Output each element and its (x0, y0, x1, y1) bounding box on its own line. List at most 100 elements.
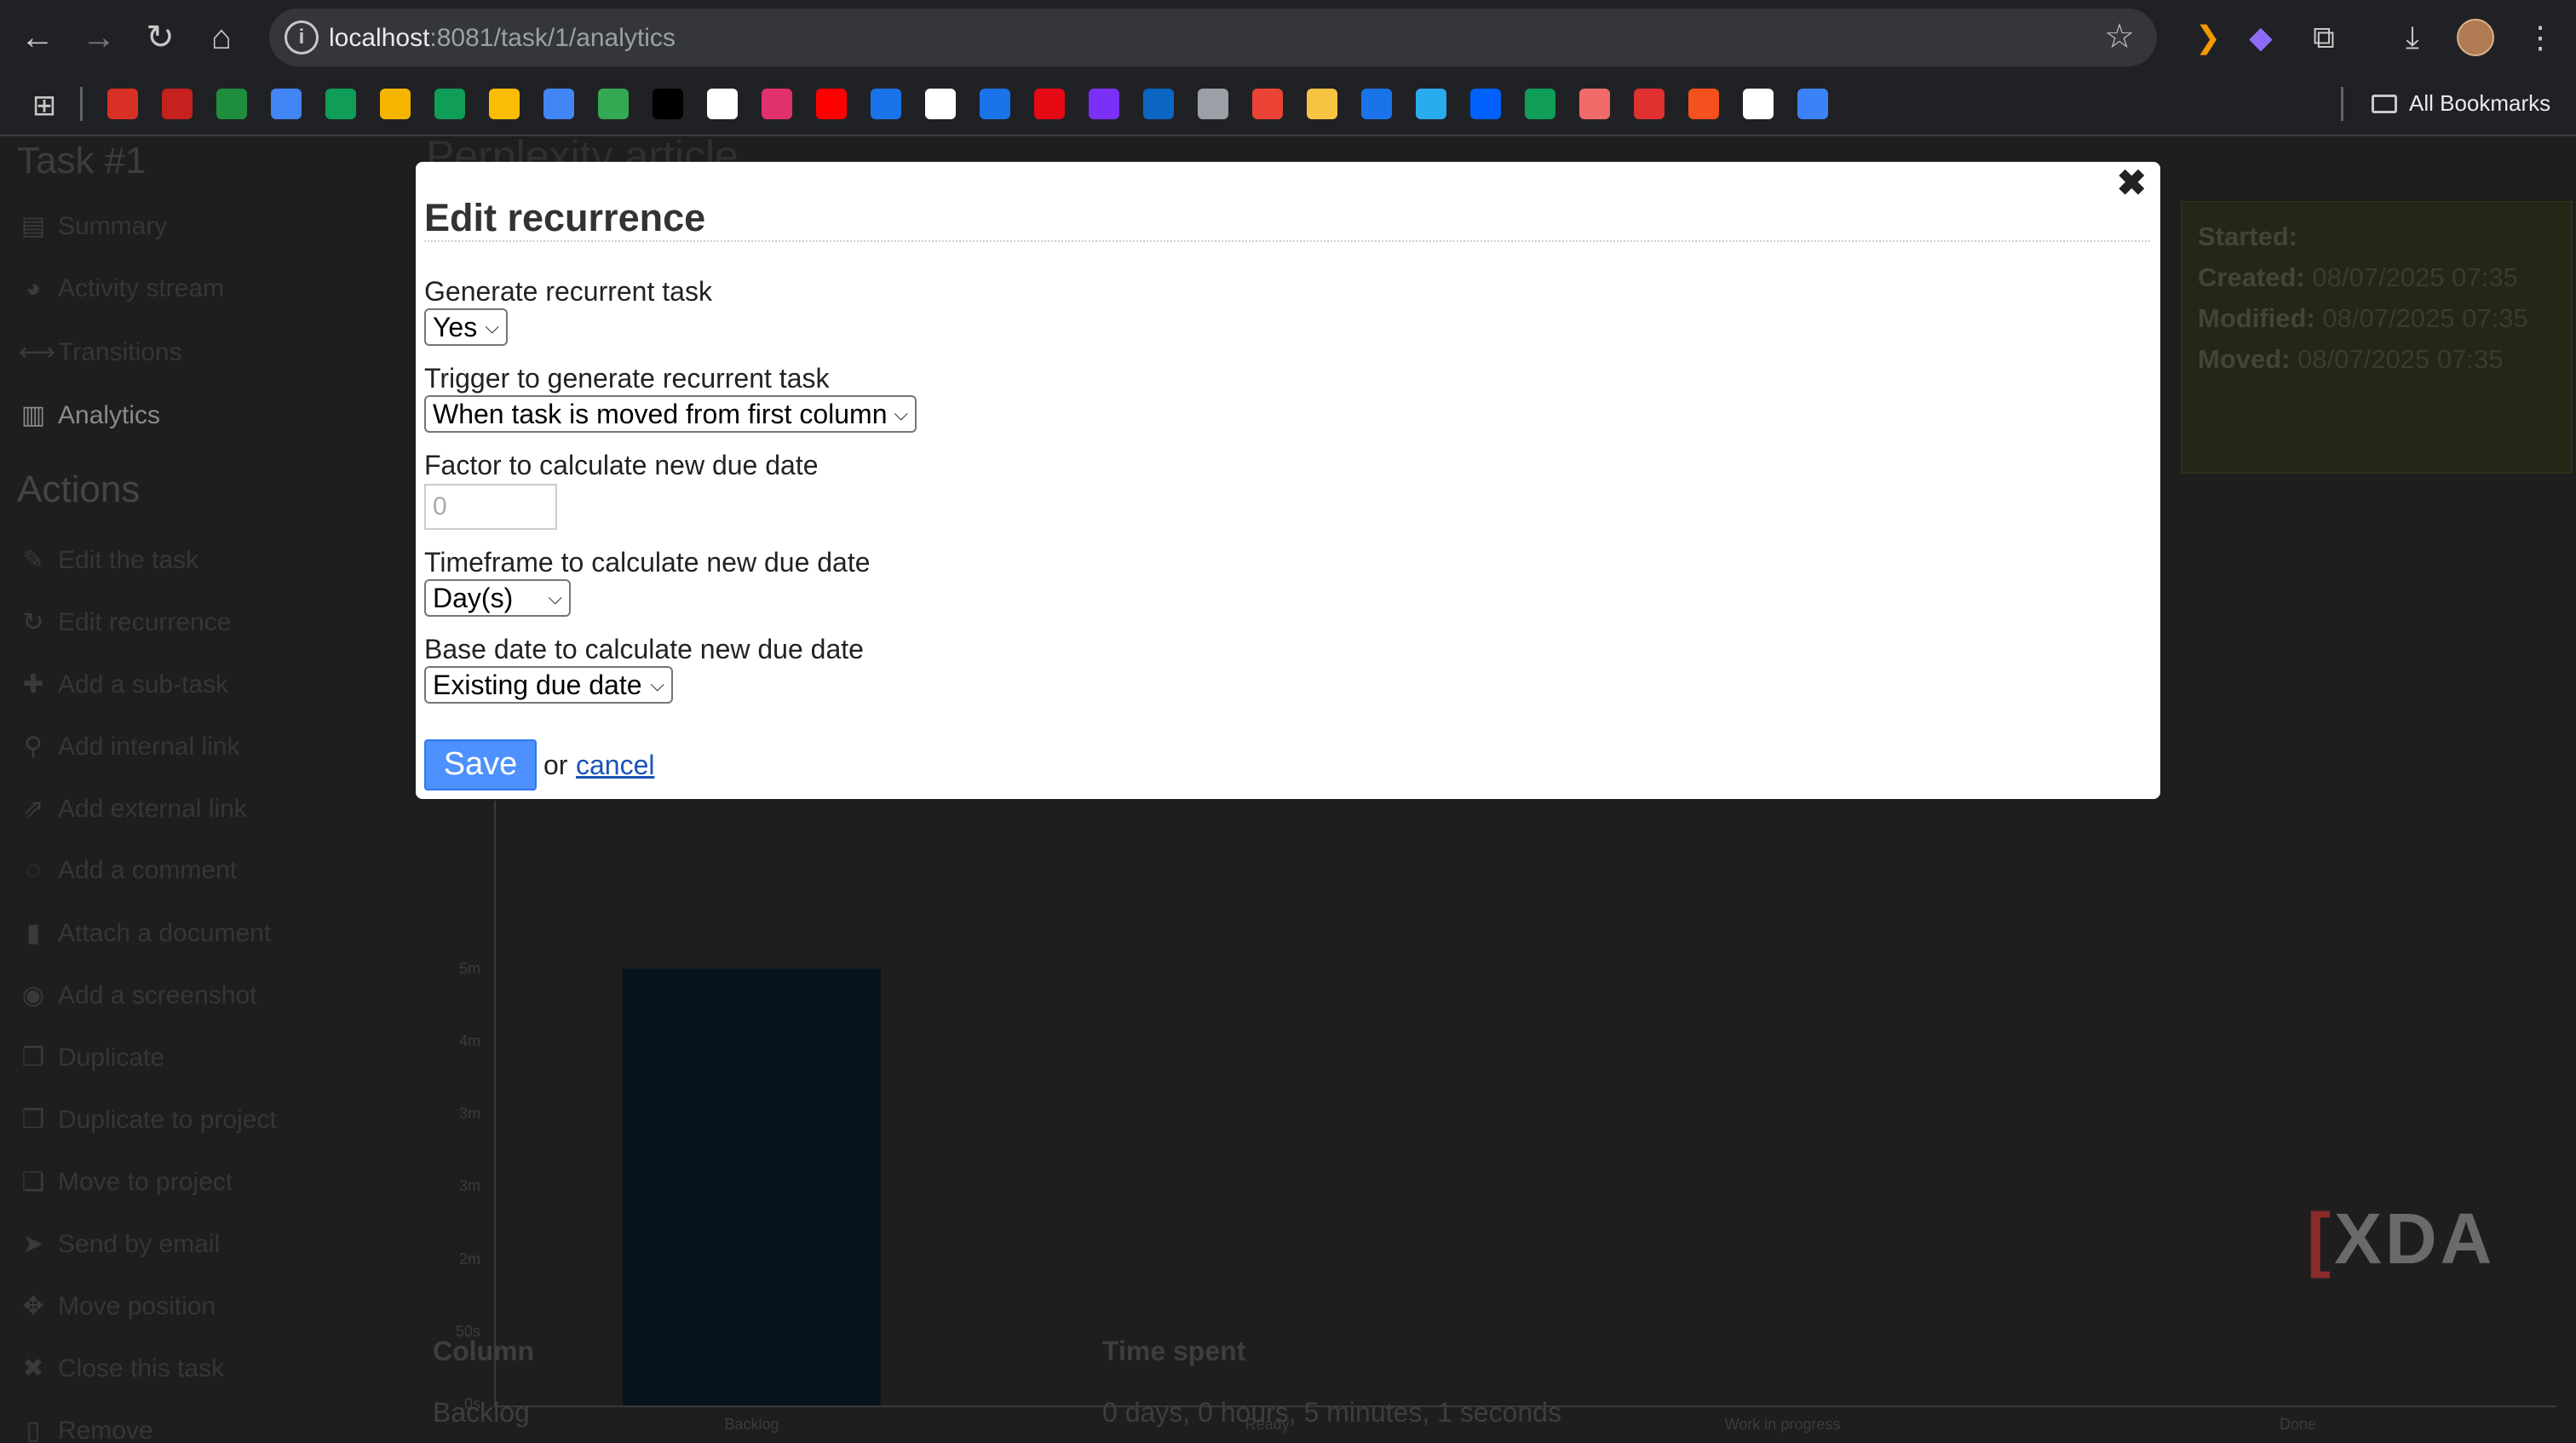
action-item-1[interactable]: ↻ Edit recurrence (19, 607, 231, 637)
bookmark-2-icon[interactable] (162, 89, 193, 119)
action-item-icon: ⇗ (22, 795, 44, 823)
action-item-icon: ❐ (21, 1106, 45, 1134)
bookmark-1-icon[interactable] (107, 89, 138, 119)
generate-recurrent-select[interactable]: Yes ⌵ (424, 308, 508, 346)
bookmark-10-icon[interactable] (598, 89, 629, 119)
action-item-9[interactable]: ❐ Duplicate to project (19, 1105, 277, 1135)
bookmark-30-icon[interactable] (1688, 89, 1719, 119)
bookmark-15-icon[interactable] (871, 89, 901, 119)
action-item-0[interactable]: ✎ Edit the task (19, 545, 198, 575)
bookmark-6-icon[interactable] (380, 89, 411, 119)
trigger-label: Trigger to generate recurrent task (424, 363, 830, 394)
bookmark-7-icon[interactable] (434, 89, 465, 119)
home-icon[interactable]: ⌂ (196, 12, 247, 63)
bookmark-24-icon[interactable] (1361, 89, 1392, 119)
bookmark-27-icon[interactable] (1525, 89, 1555, 119)
base-date-select[interactable]: Existing due date ⌵ (424, 666, 673, 704)
save-button[interactable]: Save (424, 739, 537, 790)
extensions-puzzle-icon[interactable]: ⧉ (2302, 15, 2346, 60)
sidebar-item-3[interactable]: ▥ Analytics (19, 400, 160, 430)
action-item-label: Edit recurrence (58, 607, 232, 636)
forward-arrow-icon[interactable]: → (73, 12, 124, 63)
bookmark-28-icon[interactable] (1579, 89, 1610, 119)
action-item-2[interactable]: ✚ Add a sub-task (19, 670, 228, 699)
action-item-10[interactable]: ❏ Move to project (19, 1167, 233, 1197)
bookmark-12-icon[interactable] (707, 89, 738, 119)
bookmark-16-icon[interactable] (925, 89, 956, 119)
timeframe-select[interactable]: Day(s) ⌵ (424, 579, 571, 617)
action-item-icon: ▯ (26, 1417, 41, 1443)
sidebar-item-2[interactable]: ⟷ Transitions (19, 337, 182, 367)
action-item-icon: ✥ (22, 1292, 44, 1320)
back-arrow-icon[interactable]: ← (12, 12, 63, 63)
action-item-12[interactable]: ✥ Move position (19, 1291, 216, 1321)
menu-kebab-icon[interactable]: ⋮ (2518, 15, 2562, 60)
bookmark-14-icon[interactable] (816, 89, 847, 119)
action-item-label: Duplicate (58, 1043, 165, 1072)
table-cell-column: Backlog (433, 1397, 530, 1428)
all-bookmarks-button[interactable]: All Bookmarks (2372, 90, 2550, 117)
bookmark-20-icon[interactable] (1143, 89, 1174, 119)
bookmark-29-icon[interactable] (1634, 89, 1665, 119)
action-item-13[interactable]: ✖ Close this task (19, 1354, 224, 1383)
action-item-11[interactable]: ➤ Send by email (19, 1229, 220, 1259)
action-item-6[interactable]: ▮ Attach a document (19, 918, 271, 948)
extension-2-icon[interactable]: ◆ (2239, 15, 2283, 60)
bookmark-25-icon[interactable] (1416, 89, 1446, 119)
browser-toolbar: ← → ↻ ⌂ i localhost:8081/task/1/analytic… (0, 0, 2576, 75)
download-icon[interactable]: ⤓ (2390, 15, 2435, 60)
bookmarks-bar: ⊞ All Bookmarks (0, 75, 2576, 136)
factor-input[interactable]: 0 (424, 484, 557, 530)
bookmark-26-icon[interactable] (1470, 89, 1501, 119)
bookmark-4-icon[interactable] (271, 89, 302, 119)
base-date-label: Base date to calculate new due date (424, 634, 864, 664)
sidebar-item-0[interactable]: ▤ Summary (19, 211, 168, 241)
bookmark-21-icon[interactable] (1198, 89, 1228, 119)
trigger-select[interactable]: When task is moved from first column ⌵ (424, 395, 917, 433)
factor-label: Factor to calculate new due date (424, 450, 819, 480)
edit-recurrence-modal: ✖ Edit recurrence Generate recurrent tas… (416, 162, 2160, 799)
bookmark-32-icon[interactable] (1797, 89, 1828, 119)
bookmark-19-icon[interactable] (1089, 89, 1119, 119)
action-item-4[interactable]: ⇗ Add external link (19, 794, 246, 824)
cancel-link[interactable]: cancel (576, 750, 655, 781)
bookmark-23-icon[interactable] (1307, 89, 1337, 119)
action-item-3[interactable]: ⚲ Add internal link (19, 732, 239, 762)
action-item-8[interactable]: ❐ Duplicate (19, 1043, 165, 1072)
action-item-7[interactable]: ◉ Add a screenshot (19, 980, 257, 1010)
action-item-label: Send by email (58, 1229, 221, 1258)
action-item-icon: ↻ (22, 608, 44, 636)
bookmark-17-icon[interactable] (980, 89, 1010, 119)
bookmark-3-icon[interactable] (216, 89, 247, 119)
bookmark-13-icon[interactable] (762, 89, 792, 119)
bookmark-5-icon[interactable] (325, 89, 356, 119)
apps-grid-icon[interactable]: ⊞ (22, 83, 66, 128)
action-item-label: Move to project (58, 1167, 233, 1196)
bookmark-8-icon[interactable] (489, 89, 520, 119)
bookmarks-divider (80, 87, 83, 121)
bookmark-18-icon[interactable] (1034, 89, 1065, 119)
action-item-label: Close this task (58, 1354, 225, 1383)
sidebar-item-1[interactable]: ◕ Activity stream (19, 274, 224, 303)
bookmark-star-icon[interactable]: ☆ (2104, 17, 2135, 56)
chart-x-tick: Work in progress (1724, 1416, 1841, 1433)
chevron-down-icon: ⌵ (650, 674, 664, 695)
close-icon[interactable]: ✖ (2117, 162, 2147, 204)
action-item-5[interactable]: ◌ Add a comment (19, 856, 237, 885)
task-dates-panel: Started: Created: 08/07/2025 07:35 Modif… (2181, 201, 2573, 474)
action-item-label: Add a comment (58, 856, 238, 884)
bookmark-31-icon[interactable] (1743, 89, 1774, 119)
action-item-14[interactable]: ▯ Remove (19, 1416, 153, 1443)
timeframe-label: Timeframe to calculate new due date (424, 547, 871, 578)
bookmark-22-icon[interactable] (1252, 89, 1283, 119)
profile-avatar[interactable] (2457, 19, 2494, 56)
extension-1-icon[interactable]: ❯ (2186, 15, 2230, 60)
reload-icon[interactable]: ↻ (135, 12, 186, 63)
site-info-icon[interactable]: i (285, 20, 319, 55)
action-item-label: Remove (58, 1416, 153, 1443)
address-bar[interactable]: i localhost:8081/task/1/analytics ☆ (269, 9, 2157, 66)
action-item-icon: ✖ (22, 1354, 44, 1383)
bookmark-9-icon[interactable] (543, 89, 574, 119)
bookmark-11-icon[interactable] (653, 89, 683, 119)
address-url[interactable]: localhost:8081/task/1/analytics (329, 24, 676, 53)
